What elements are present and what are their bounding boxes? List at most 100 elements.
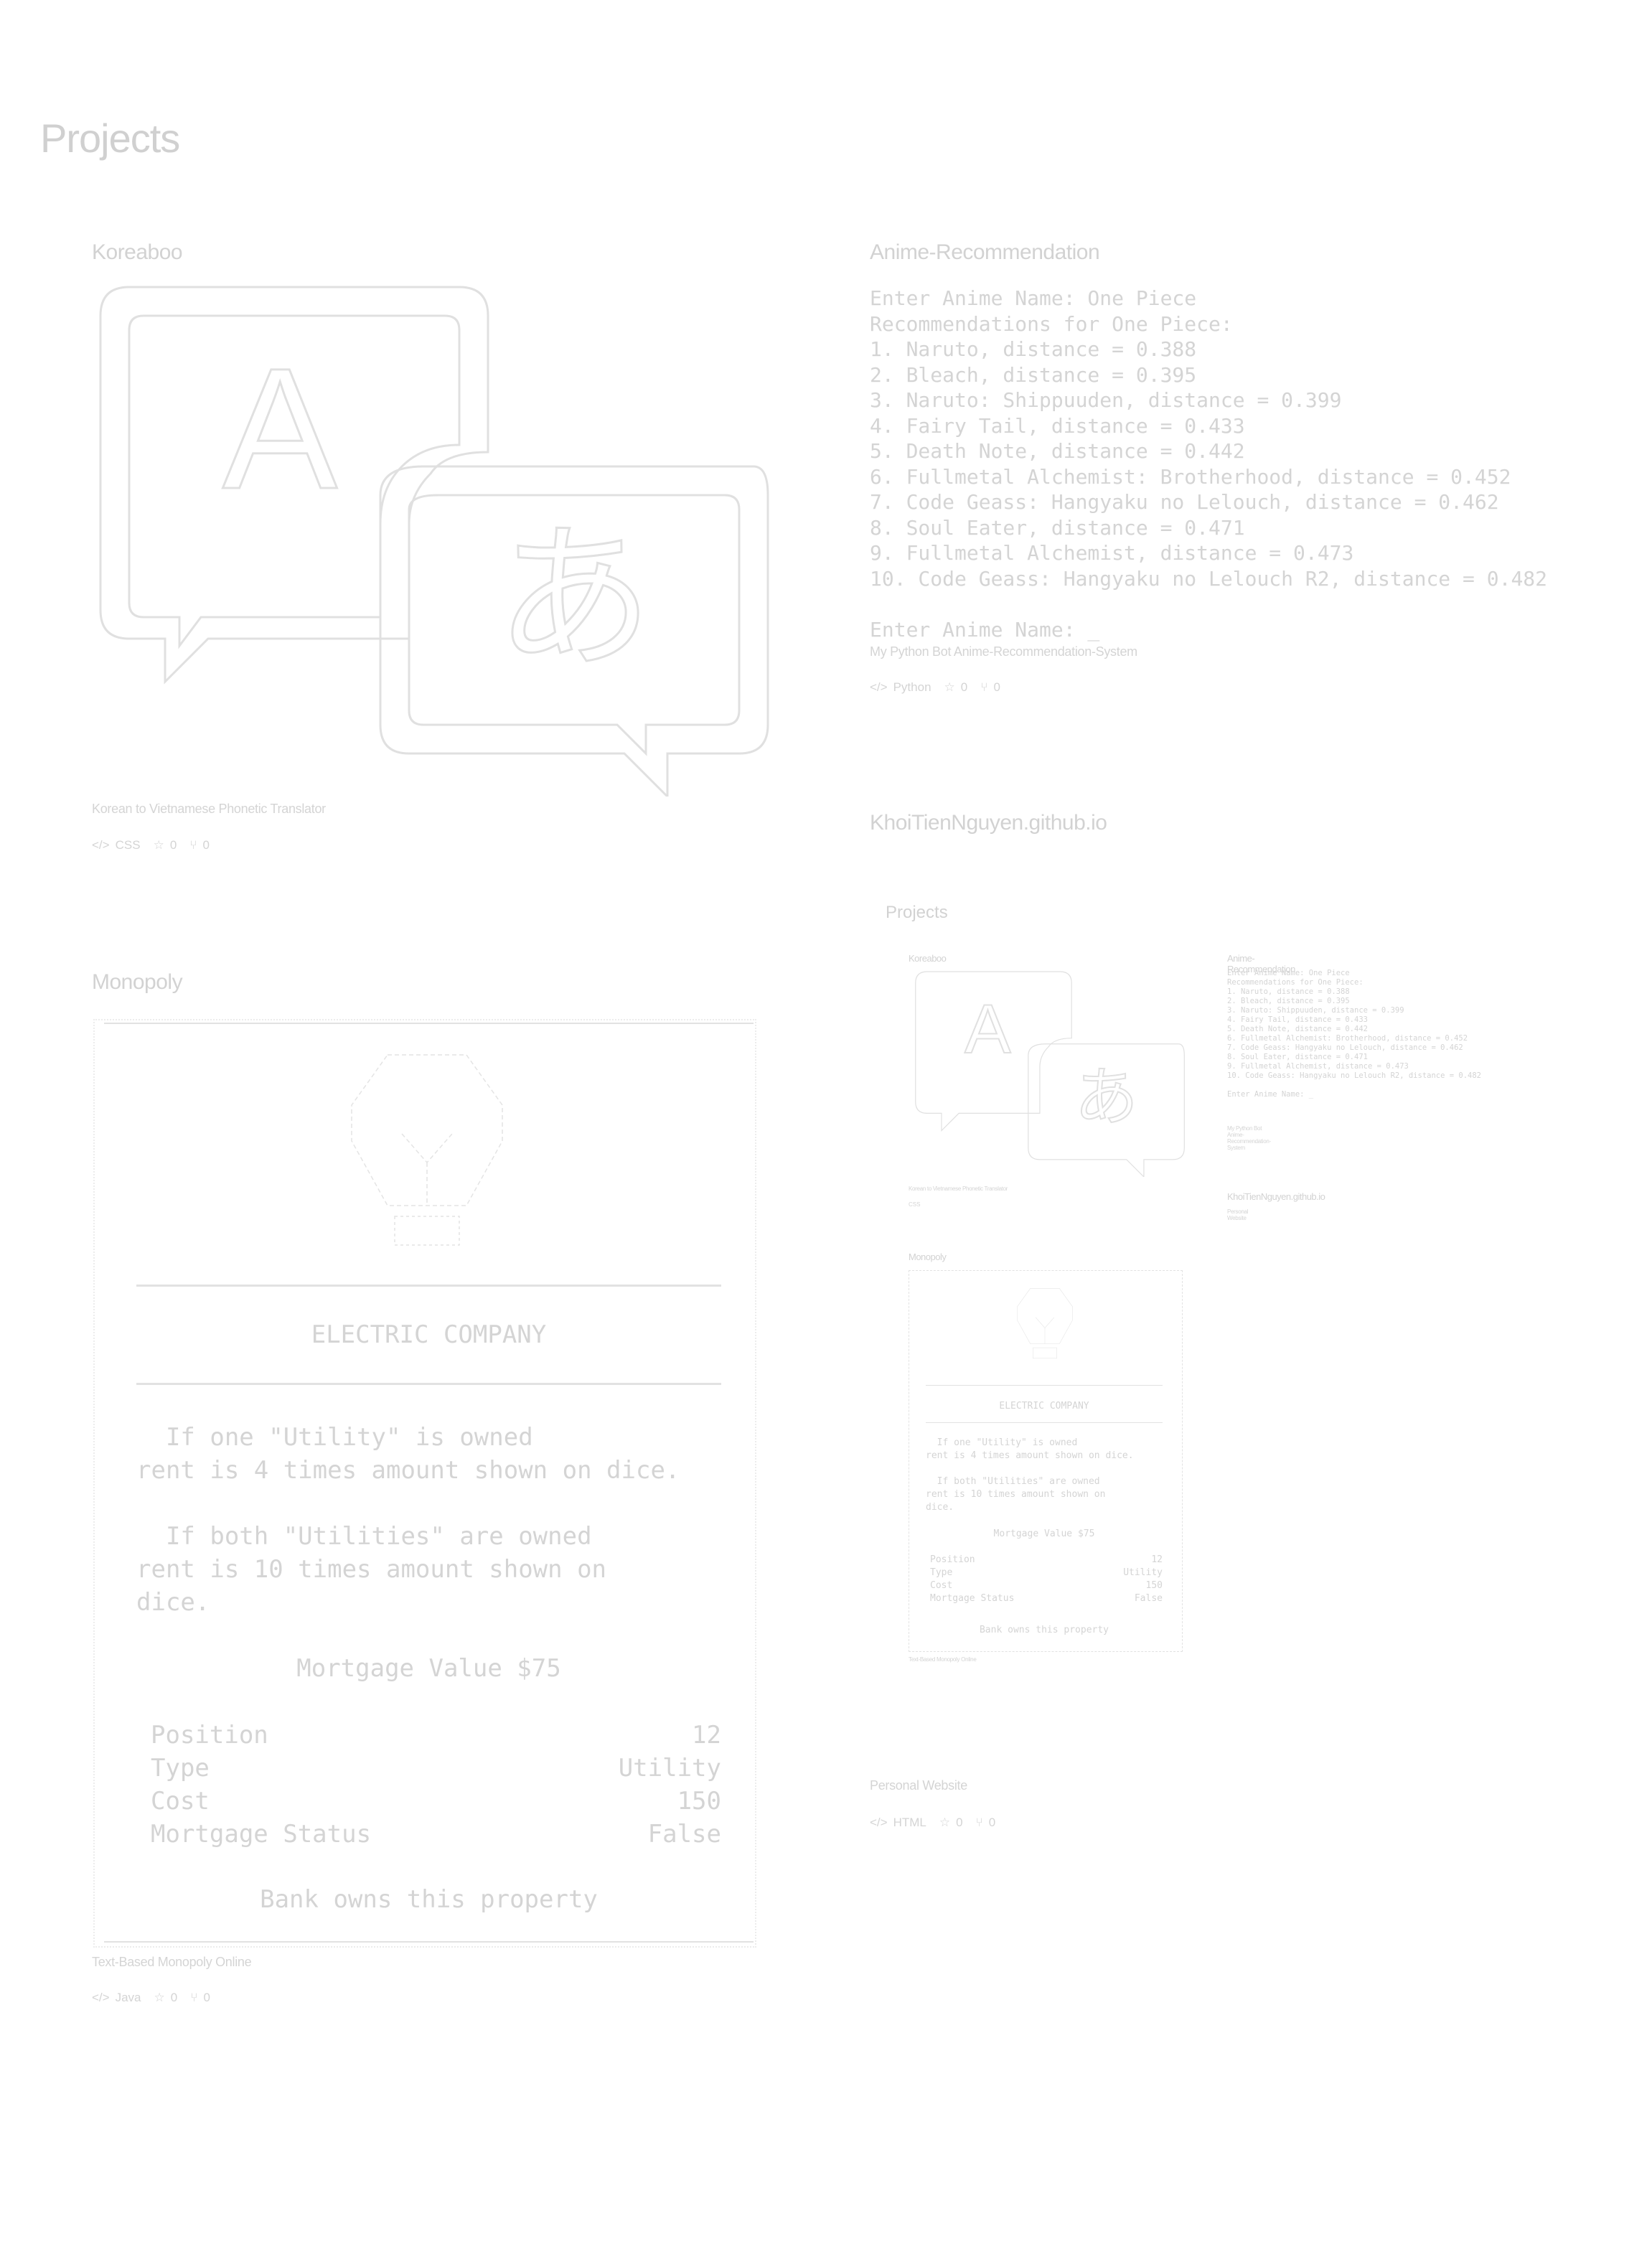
terminal-line: 1. Naruto, distance = 0.388 xyxy=(870,337,1197,361)
monopoly-description: Text-Based Monopoly Online xyxy=(92,1955,252,1969)
terminal-line: 10. Code Geass: Hangyaku no Lelouch R2, … xyxy=(870,566,1548,591)
property-row: Type Utility xyxy=(151,1752,721,1785)
terminal-line: Enter Anime Name: One Piece xyxy=(1227,969,1350,977)
terminal-line: 9. Fullmetal Alchemist, distance = 0.473 xyxy=(1227,1062,1409,1071)
terminal-line: 5. Death Note, distance = 0.442 xyxy=(1227,1025,1368,1033)
divider xyxy=(104,1023,754,1024)
anime-description: My Python Bot Anime-Recommendation-Syste… xyxy=(870,644,1137,659)
language-label: HTML xyxy=(893,1816,926,1829)
terminal-line: Enter Anime Name: _ xyxy=(870,617,1100,642)
preview-translate-icon: A あ xyxy=(915,971,1185,1177)
property-row: Position 12 xyxy=(930,1554,1163,1567)
forks-count: 0 xyxy=(202,838,210,852)
property-label: Type xyxy=(151,1754,210,1783)
preview-site-desc: Personal Website xyxy=(1227,1208,1249,1221)
forks-count: 0 xyxy=(203,1991,210,2004)
preview-monopoly-desc: Text-Based Monopoly Online xyxy=(909,1656,977,1663)
property-row: Position 12 xyxy=(151,1719,721,1752)
anime-title[interactable]: Anime-Recommendation xyxy=(870,240,1100,265)
property-row: Cost 150 xyxy=(151,1785,721,1818)
property-value: 12 xyxy=(1151,1554,1163,1565)
divider xyxy=(926,1422,1163,1423)
forks-count: 0 xyxy=(993,680,1000,694)
terminal-line: 10. Code Geass: Hangyaku no Lelouch R2, … xyxy=(1227,1071,1482,1080)
website-description: Personal Website xyxy=(870,1778,967,1793)
divider xyxy=(104,1941,754,1943)
preview-page-title: Projects xyxy=(886,903,948,922)
property-label: Cost xyxy=(151,1787,210,1816)
svg-text:あ: あ xyxy=(1074,1060,1138,1134)
terminal-line: 7. Code Geass: Hangyaku no Lelouch, dist… xyxy=(1227,1043,1463,1052)
koreaboo-meta: </> CSS ☆ 0 ⑂ 0 xyxy=(92,838,210,853)
koreaboo-description: Korean to Vietnamese Phonetic Translator xyxy=(92,802,326,816)
terminal-line: 4. Fairy Tail, distance = 0.433 xyxy=(1227,1015,1368,1024)
preview-mortgage: Mortgage Value $75 xyxy=(993,1529,1095,1539)
terminal-line: 6. Fullmetal Alchemist: Brotherhood, dis… xyxy=(870,464,1511,489)
property-row: Mortgage Status False xyxy=(151,1818,721,1851)
property-label: Mortgage Status xyxy=(151,1820,372,1849)
divider xyxy=(926,1385,1163,1386)
terminal-line: 3. Naruto: Shippuuden, distance = 0.399 xyxy=(1227,1006,1404,1015)
preview-rule-two: If both "Utilities" are owned rent is 10… xyxy=(926,1476,1106,1513)
star-icon: ☆ xyxy=(939,1816,951,1829)
terminal-line: 6. Fullmetal Alchemist: Brotherhood, dis… xyxy=(1227,1034,1468,1043)
terminal-line: 2. Bleach, distance = 0.395 xyxy=(1227,997,1350,1005)
terminal-line: 5. Death Note, distance = 0.442 xyxy=(870,439,1245,463)
property-name: ELECTRIC COMPANY xyxy=(311,1320,547,1349)
property-label: Type xyxy=(930,1567,953,1578)
preview-owner: Bank owns this property xyxy=(979,1625,1109,1635)
rule-two: If both "Utilities" are owned rent is 10… xyxy=(136,1522,607,1617)
language-label: CSS xyxy=(115,838,141,852)
star-icon: ☆ xyxy=(153,838,164,852)
property-label: Mortgage Status xyxy=(930,1593,1015,1604)
terminal-line: Recommendations for One Piece: xyxy=(1227,978,1364,987)
glyph-a: A xyxy=(222,332,337,525)
glyph-b: あ xyxy=(495,507,653,690)
property-value: 12 xyxy=(692,1721,721,1750)
terminal-line: Enter Anime Name: _ xyxy=(1227,1090,1314,1099)
terminal-line: 1. Naruto, distance = 0.388 xyxy=(1227,987,1350,996)
terminal-line: 7. Code Geass: Hangyaku no Lelouch, dist… xyxy=(870,490,1499,514)
terminal-line: 3. Naruto: Shippuuden, distance = 0.399 xyxy=(870,388,1342,412)
terminal-line: 9. Fullmetal Alchemist, distance = 0.473 xyxy=(870,541,1354,565)
preview-monopoly-title: Monopoly xyxy=(909,1252,947,1262)
preview-koreaboo-desc: Korean to Vietnamese Phonetic Translator xyxy=(909,1185,1008,1192)
stars-count: 0 xyxy=(169,838,177,852)
mortgage-value: Mortgage Value $75 xyxy=(296,1654,561,1683)
terminal-line: Recommendations for One Piece: xyxy=(870,311,1233,336)
property-label: Position xyxy=(930,1554,975,1565)
property-value: 150 xyxy=(1145,1580,1163,1591)
terminal-line: 8. Soul Eater, distance = 0.471 xyxy=(1227,1053,1368,1061)
fork-icon: ⑂ xyxy=(975,1816,983,1829)
star-icon: ☆ xyxy=(154,1991,165,2004)
code-icon: </> xyxy=(92,1991,110,2004)
preview-property-table: Position 12 Type Utility Cost 150 Mortgage Sta… xyxy=(930,1554,1163,1605)
preview-rule-one: If one "Utility" is owned rent is 4 time… xyxy=(926,1437,1134,1461)
website-meta: </> HTML ☆ 0 ⑂ 0 xyxy=(870,1816,995,1830)
property-value: False xyxy=(1134,1593,1163,1604)
website-title[interactable]: KhoiTienNguyen.github.io xyxy=(870,811,1107,835)
fork-icon: ⑂ xyxy=(190,1991,198,2004)
preview-anime-desc: My Python Bot Anime-Recommendation-Syste… xyxy=(1227,1125,1271,1151)
preview-language: CSS xyxy=(909,1201,921,1208)
property-value: Utility xyxy=(1123,1567,1163,1578)
page-title: Projects xyxy=(40,116,180,161)
monopoly-title[interactable]: Monopoly xyxy=(92,970,183,995)
lightbulb-icon xyxy=(351,1054,503,1246)
code-icon: </> xyxy=(870,680,888,694)
koreaboo-title[interactable]: Koreaboo xyxy=(92,240,183,265)
preview-anime-terminal: Enter Anime Name: One Piece Recommendatio… xyxy=(1227,969,1481,1099)
monopoly-meta: </> Java ☆ 0 ⑂ 0 xyxy=(92,1991,210,2005)
language-label: Python xyxy=(893,680,931,694)
property-value: 150 xyxy=(677,1787,721,1816)
code-icon: </> xyxy=(92,838,110,852)
terminal-line: 8. Soul Eater, distance = 0.471 xyxy=(870,515,1245,540)
language-label: Java xyxy=(115,1991,141,2004)
star-icon: ☆ xyxy=(944,680,955,694)
preview-koreaboo-meta: CSS xyxy=(909,1201,920,1208)
property-row: Mortgage Status False xyxy=(930,1592,1163,1605)
rule-one: If one "Utility" is owned rent is 4 time… xyxy=(136,1423,680,1485)
code-icon: </> xyxy=(870,1816,888,1829)
terminal-line: Enter Anime Name: One Piece xyxy=(870,286,1197,310)
